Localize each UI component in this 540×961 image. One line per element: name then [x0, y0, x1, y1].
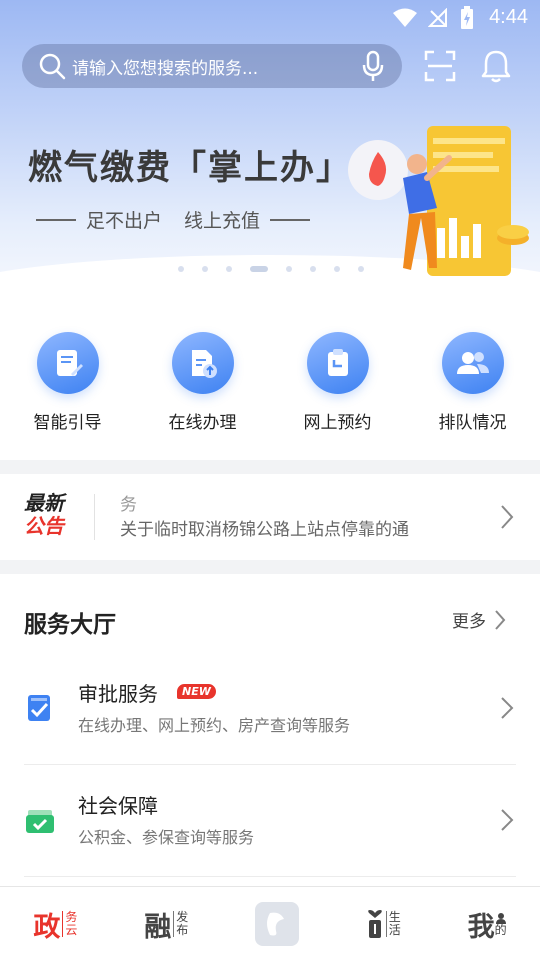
- tab-main-label: 融: [144, 911, 172, 943]
- tab-sub-label: 务云: [65, 910, 78, 937]
- banner-subtitle-left: 足不出户: [86, 210, 163, 232]
- tab-mine[interactable]: 我 的: [468, 905, 507, 944]
- announcement-logo: 最新 公告: [24, 492, 64, 538]
- quick-action-label: 排队情况: [438, 413, 507, 433]
- notification-button[interactable]: [476, 46, 516, 86]
- chevron-right-icon: [495, 609, 506, 630]
- service-title: 审批服务: [78, 682, 158, 706]
- hero-banner[interactable]: 4:44 请输入您想搜索的服务... 燃气缴费「掌上办」 足不出户 线上充值: [0, 0, 540, 300]
- people-icon: [441, 332, 504, 394]
- search-icon: [39, 53, 66, 80]
- tab-government[interactable]: 政 务云: [33, 905, 77, 944]
- quick-action-label: 网上预约: [303, 413, 372, 433]
- tab-sub-label: 的: [495, 912, 507, 937]
- bell-icon: [481, 50, 511, 83]
- scan-icon: [424, 50, 456, 82]
- pagination-dot[interactable]: [202, 266, 208, 272]
- chevron-right-icon: [501, 697, 514, 719]
- quick-actions: 智能引导 在线办理 网上预约 排队情况: [0, 300, 540, 460]
- document-upload-icon: [171, 332, 234, 394]
- chevron-right-icon: [501, 809, 514, 831]
- tab-release[interactable]: 融 发布: [144, 905, 188, 944]
- more-link[interactable]: 更多: [452, 607, 506, 632]
- status-time: 4:44: [489, 6, 528, 28]
- service-description: 公积金、参保查询等服务: [78, 828, 255, 847]
- announcement-text[interactable]: 关于临时取消杨锦公路上站点停靠的通: [120, 515, 475, 540]
- scan-button[interactable]: [420, 46, 460, 86]
- tab-sub-label: 发布: [176, 910, 189, 937]
- pagination-dot[interactable]: [226, 266, 232, 272]
- quick-action-guide[interactable]: 智能引导: [8, 300, 128, 460]
- approval-checklist-icon: [28, 695, 50, 721]
- pagination-dot[interactable]: [178, 266, 184, 272]
- social-security-card-icon: [26, 810, 54, 833]
- microphone-icon[interactable]: [362, 50, 384, 82]
- tab-life[interactable]: 生活: [366, 909, 401, 939]
- service-item-approval[interactable]: 审批服务 NEW 在线办理、网上预约、房产查询等服务: [24, 652, 516, 765]
- status-bar: 4:44: [0, 0, 540, 36]
- clipboard-icon: [306, 332, 369, 394]
- pagination-dot[interactable]: [334, 266, 340, 272]
- app-logo-icon: [254, 902, 299, 946]
- battery-icon: [461, 6, 473, 29]
- search-input[interactable]: 请输入您想搜索的服务...: [72, 54, 362, 79]
- guide-icon: [36, 332, 99, 394]
- banner-pagination: [178, 266, 382, 272]
- announcement-prev-text: 务: [120, 495, 137, 515]
- pagination-dot[interactable]: [310, 266, 316, 272]
- section-title: 服务大厅: [24, 612, 116, 638]
- search-bar[interactable]: 请输入您想搜索的服务...: [22, 44, 402, 88]
- tab-sub-label: 生活: [388, 910, 401, 937]
- quick-action-online[interactable]: 在线办理: [143, 300, 263, 460]
- pagination-dot[interactable]: [250, 266, 268, 272]
- tab-main-label: 我: [467, 911, 495, 943]
- service-title: 社会保障: [78, 794, 158, 818]
- quick-action-label: 智能引导: [33, 413, 102, 433]
- quick-action-appointment[interactable]: 网上预约: [278, 300, 398, 460]
- pagination-dot[interactable]: [358, 266, 364, 272]
- service-item-social-security[interactable]: 社会保障 公积金、参保查询等服务: [24, 764, 516, 877]
- chevron-right-icon[interactable]: [500, 504, 514, 530]
- person-icon: [495, 912, 506, 924]
- announcement-logo-line1: 最新: [24, 491, 64, 515]
- banner-illustration: [348, 126, 529, 276]
- wifi-icon: [393, 8, 417, 27]
- quick-action-label: 在线办理: [168, 413, 237, 433]
- bottom-tab-bar: 政 务云 融 发布 生活 我 的: [0, 886, 540, 961]
- tab-home-logo[interactable]: [254, 902, 299, 946]
- divider: [94, 494, 95, 540]
- more-label: 更多: [452, 612, 486, 632]
- banner-subtitle-right: 线上充值: [184, 210, 261, 232]
- service-description: 在线办理、网上预约、房产查询等服务: [78, 716, 351, 735]
- signal-off-icon: [428, 8, 447, 27]
- info-heart-icon: [367, 910, 382, 938]
- tab-main-label: 政: [33, 911, 61, 943]
- quick-action-queue[interactable]: 排队情况: [413, 300, 533, 460]
- banner-title: 燃气缴费「掌上办」: [28, 148, 352, 188]
- pagination-dot[interactable]: [286, 266, 292, 272]
- announcement-logo-line2: 公告: [24, 514, 64, 538]
- new-badge: NEW: [177, 684, 216, 699]
- banner-subtitle: 足不出户 线上充值: [26, 206, 320, 233]
